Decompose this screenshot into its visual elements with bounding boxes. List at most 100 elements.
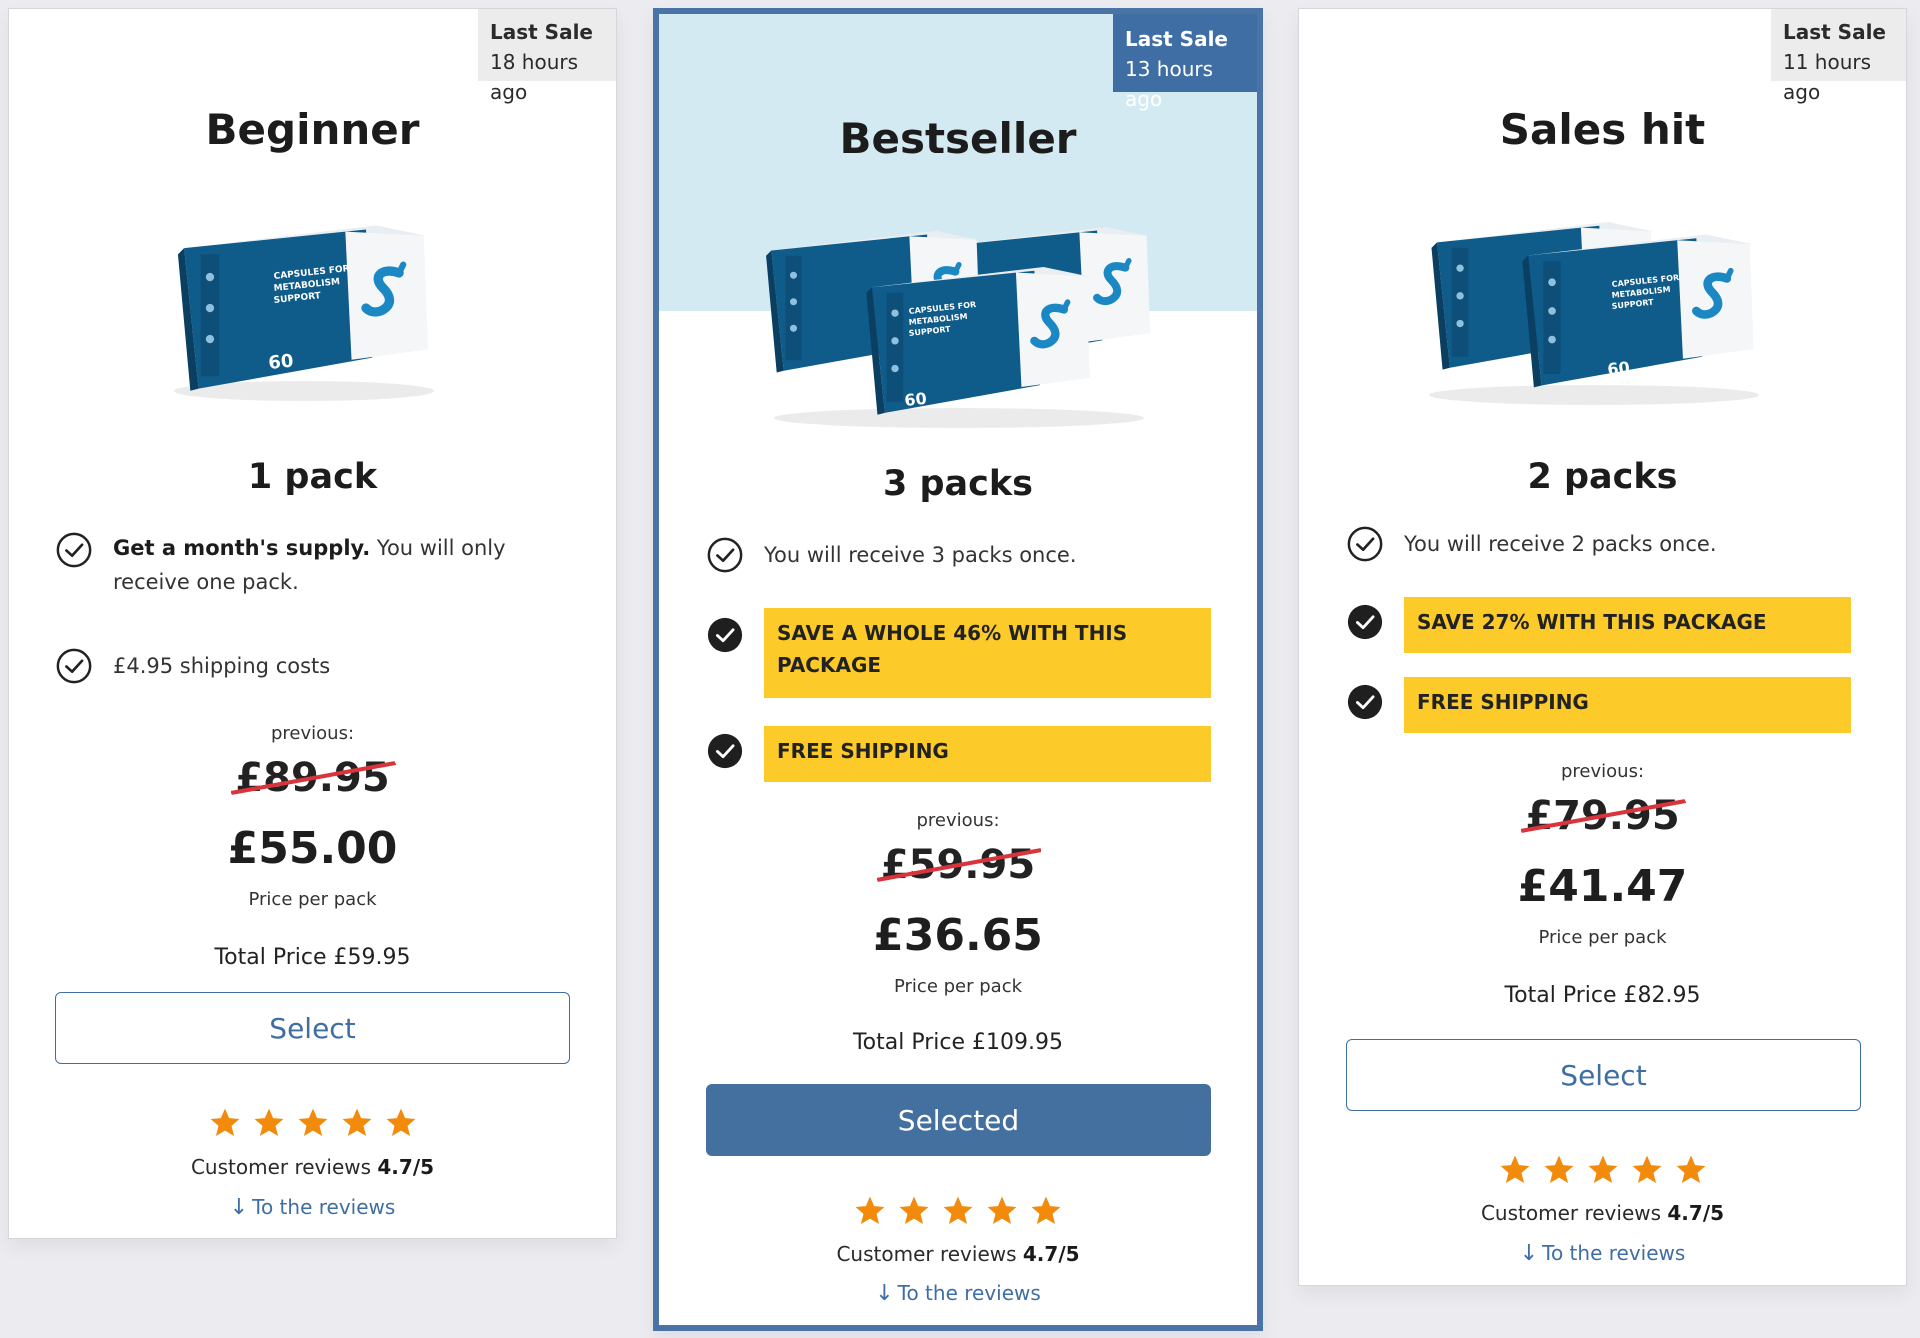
previous-label: previous: — [916, 810, 1000, 831]
star-icon — [1029, 1194, 1063, 1228]
customer-reviews: Customer reviews 4.7/5 — [659, 1242, 1257, 1266]
customer-reviews: Customer reviews 4.7/5 — [1299, 1201, 1906, 1225]
check-circle-icon — [55, 531, 93, 569]
reviews-label: Customer reviews — [1480, 1201, 1662, 1225]
old-price: £59.95 — [659, 842, 1257, 888]
reviews-score: 4.7/5 — [1022, 1242, 1080, 1266]
strikethrough-mark — [1521, 799, 1686, 833]
product-image-2-packs: CAPSULES FOR METABOLISM SUPPORT 60 — [1414, 209, 1774, 409]
pack-count: 1 pack — [247, 457, 378, 497]
last-sale-label: Last Sale — [490, 20, 593, 44]
to-reviews-link[interactable]: ↓ To the reviews — [1299, 1241, 1906, 1266]
highlight-text: SAVE 27% WITH THIS PACKAGE — [1404, 597, 1851, 653]
arrow-down-icon: ↓ — [229, 1195, 249, 1220]
total-price: Total Price £109.95 — [852, 1030, 1063, 1055]
card-title: Bestseller — [839, 114, 1077, 163]
feature-receive-packs: You will receive 2 packs once. — [1346, 525, 1866, 563]
to-reviews-text: To the reviews — [897, 1281, 1041, 1305]
star-icon — [1674, 1153, 1708, 1187]
pricing-card-bestseller: Last Sale 13 hours ago Bestseller CAPSUL… — [653, 8, 1263, 1331]
reviews-score: 4.7/5 — [1667, 1201, 1725, 1225]
pricing-card-beginner: Last Sale 18 hours ago Beginner CAPSULES… — [8, 8, 617, 1239]
star-icon — [1630, 1153, 1664, 1187]
feature-save-percent: SAVE A WHOLE 46% WITH THIS PACKAGE — [706, 608, 1211, 698]
star-icon — [985, 1194, 1019, 1228]
feature-shipping: £4.95 shipping costs — [55, 647, 575, 685]
previous-label: previous: — [270, 723, 355, 744]
star-icon — [1542, 1153, 1576, 1187]
old-price: £89.95 — [9, 755, 616, 801]
arrow-down-icon: ↓ — [1519, 1241, 1539, 1266]
star-icon — [340, 1106, 374, 1140]
product-image-1-pack: CAPSULES FOR METABOLISM SUPPORT 60 — [159, 209, 449, 409]
select-button[interactable]: Select — [1346, 1039, 1861, 1111]
feature-bold-text: Get a month's supply. — [113, 536, 371, 560]
check-filled-icon — [706, 732, 744, 770]
price-per-pack-label: Price per pack — [248, 889, 377, 910]
highlight-text: FREE SHIPPING — [1404, 677, 1851, 733]
card-title: Beginner — [205, 105, 420, 154]
last-sale-badge: Last Sale 11 hours ago — [1771, 9, 1906, 104]
last-sale-label: Last Sale — [1783, 20, 1886, 44]
feature-text: Get a month's supply. You will only rece… — [113, 531, 575, 599]
total-price: Total Price £59.95 — [214, 945, 411, 970]
strikethrough-mark — [876, 848, 1042, 882]
current-price: £55.00 — [227, 823, 398, 874]
rating-stars — [659, 1194, 1257, 1228]
total-price: Total Price £82.95 — [1504, 983, 1701, 1008]
star-icon — [208, 1106, 242, 1140]
check-filled-icon — [1346, 683, 1384, 721]
check-circle-icon — [706, 536, 744, 574]
highlight-text: FREE SHIPPING — [764, 726, 1211, 782]
pack-count: 3 packs — [882, 464, 1034, 504]
last-sale-time: 11 hours ago — [1783, 50, 1872, 104]
check-circle-icon — [55, 647, 93, 685]
reviews-label: Customer reviews — [836, 1242, 1017, 1266]
price-per-pack-label: Price per pack — [893, 976, 1023, 997]
customer-reviews: Customer reviews 4.7/5 — [9, 1155, 616, 1179]
last-sale-label: Last Sale — [1125, 27, 1228, 51]
current-price: £36.65 — [873, 910, 1043, 961]
star-icon — [897, 1194, 931, 1228]
box-count: 60 — [1606, 358, 1630, 379]
product-image-3-packs: CAPSULES FOR METABOLISM SUPPORT 60 — [759, 214, 1159, 434]
feature-receive-packs: You will receive 3 packs once. — [706, 536, 1226, 574]
feature-text: You will receive 2 packs once. — [1404, 532, 1717, 556]
star-icon — [384, 1106, 418, 1140]
price-per-pack-label: Price per pack — [1538, 927, 1667, 948]
selected-button[interactable]: Selected — [706, 1084, 1211, 1156]
strikethrough-mark — [231, 761, 396, 795]
box-count: 60 — [903, 389, 927, 410]
to-reviews-text: To the reviews — [252, 1195, 396, 1219]
star-icon — [941, 1194, 975, 1228]
rating-stars — [1299, 1153, 1906, 1187]
current-price: £41.47 — [1517, 861, 1688, 912]
select-button[interactable]: Select — [55, 992, 570, 1064]
check-filled-icon — [1346, 603, 1384, 641]
check-circle-icon — [1346, 525, 1384, 563]
feature-free-shipping: FREE SHIPPING — [706, 726, 1211, 782]
feature-text: £4.95 shipping costs — [113, 654, 331, 678]
to-reviews-text: To the reviews — [1542, 1241, 1686, 1265]
rating-stars — [9, 1106, 616, 1140]
check-filled-icon — [706, 616, 744, 654]
star-icon — [1498, 1153, 1532, 1187]
to-reviews-link[interactable]: ↓ To the reviews — [9, 1195, 616, 1220]
previous-label: previous: — [1560, 761, 1645, 782]
feature-monthly-supply: Get a month's supply. You will only rece… — [55, 531, 575, 599]
last-sale-badge: Last Sale 13 hours ago — [1113, 14, 1257, 111]
star-icon — [252, 1106, 286, 1140]
feature-text: You will receive 3 packs once. — [764, 543, 1077, 567]
last-sale-time: 13 hours ago — [1125, 57, 1214, 111]
last-sale-time: 18 hours ago — [490, 50, 579, 104]
card-title: Sales hit — [1499, 105, 1706, 154]
highlight-text: SAVE A WHOLE 46% WITH THIS PACKAGE — [764, 608, 1211, 698]
arrow-down-icon: ↓ — [875, 1281, 894, 1306]
feature-free-shipping: FREE SHIPPING — [1346, 677, 1851, 733]
star-icon — [1586, 1153, 1620, 1187]
to-reviews-link[interactable]: ↓ To the reviews — [659, 1281, 1257, 1306]
old-price: £79.95 — [1299, 793, 1906, 839]
star-icon — [296, 1106, 330, 1140]
box-count: 60 — [267, 350, 294, 374]
star-icon — [853, 1194, 887, 1228]
